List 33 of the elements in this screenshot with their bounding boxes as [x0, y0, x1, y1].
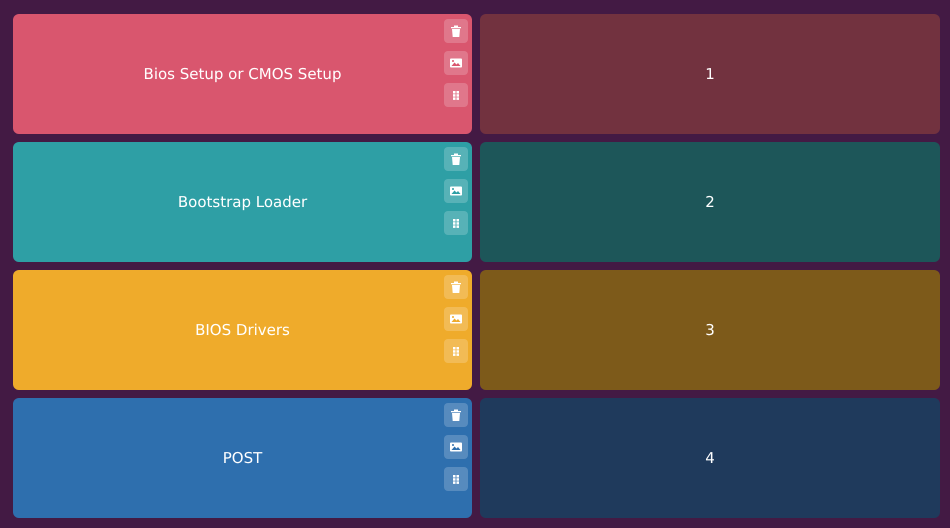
drag-handle[interactable]: [444, 467, 468, 491]
answer-number: 3: [705, 320, 715, 341]
drag-handle[interactable]: [444, 83, 468, 107]
answer-slot[interactable]: 2: [480, 142, 940, 262]
answer-number: 1: [705, 64, 715, 85]
image-button[interactable]: [444, 435, 468, 459]
term-label: Bootstrap Loader: [178, 192, 308, 213]
term-card[interactable]: Bios Setup or CMOS Setup: [13, 14, 472, 134]
image-icon: [449, 440, 463, 454]
trash-icon: [449, 24, 463, 38]
trash-icon: [449, 280, 463, 294]
answer-slot[interactable]: 4: [480, 398, 940, 518]
trash-icon: [449, 152, 463, 166]
term-label: BIOS Drivers: [195, 320, 290, 341]
term-card[interactable]: POST: [13, 398, 472, 518]
image-button[interactable]: [444, 51, 468, 75]
delete-button[interactable]: [444, 403, 468, 427]
image-button[interactable]: [444, 179, 468, 203]
term-card[interactable]: Bootstrap Loader: [13, 142, 472, 262]
drag-handle[interactable]: [444, 339, 468, 363]
drag-handle[interactable]: [444, 211, 468, 235]
term-label: Bios Setup or CMOS Setup: [144, 64, 342, 85]
answer-number: 4: [705, 448, 715, 469]
image-icon: [449, 56, 463, 70]
term-label: POST: [222, 448, 262, 469]
image-icon: [449, 184, 463, 198]
delete-button[interactable]: [444, 19, 468, 43]
image-icon: [449, 312, 463, 326]
answer-slot[interactable]: 1: [480, 14, 940, 134]
trash-icon: [449, 408, 463, 422]
delete-button[interactable]: [444, 147, 468, 171]
answer-slot[interactable]: 3: [480, 270, 940, 390]
answer-number: 2: [705, 192, 715, 213]
